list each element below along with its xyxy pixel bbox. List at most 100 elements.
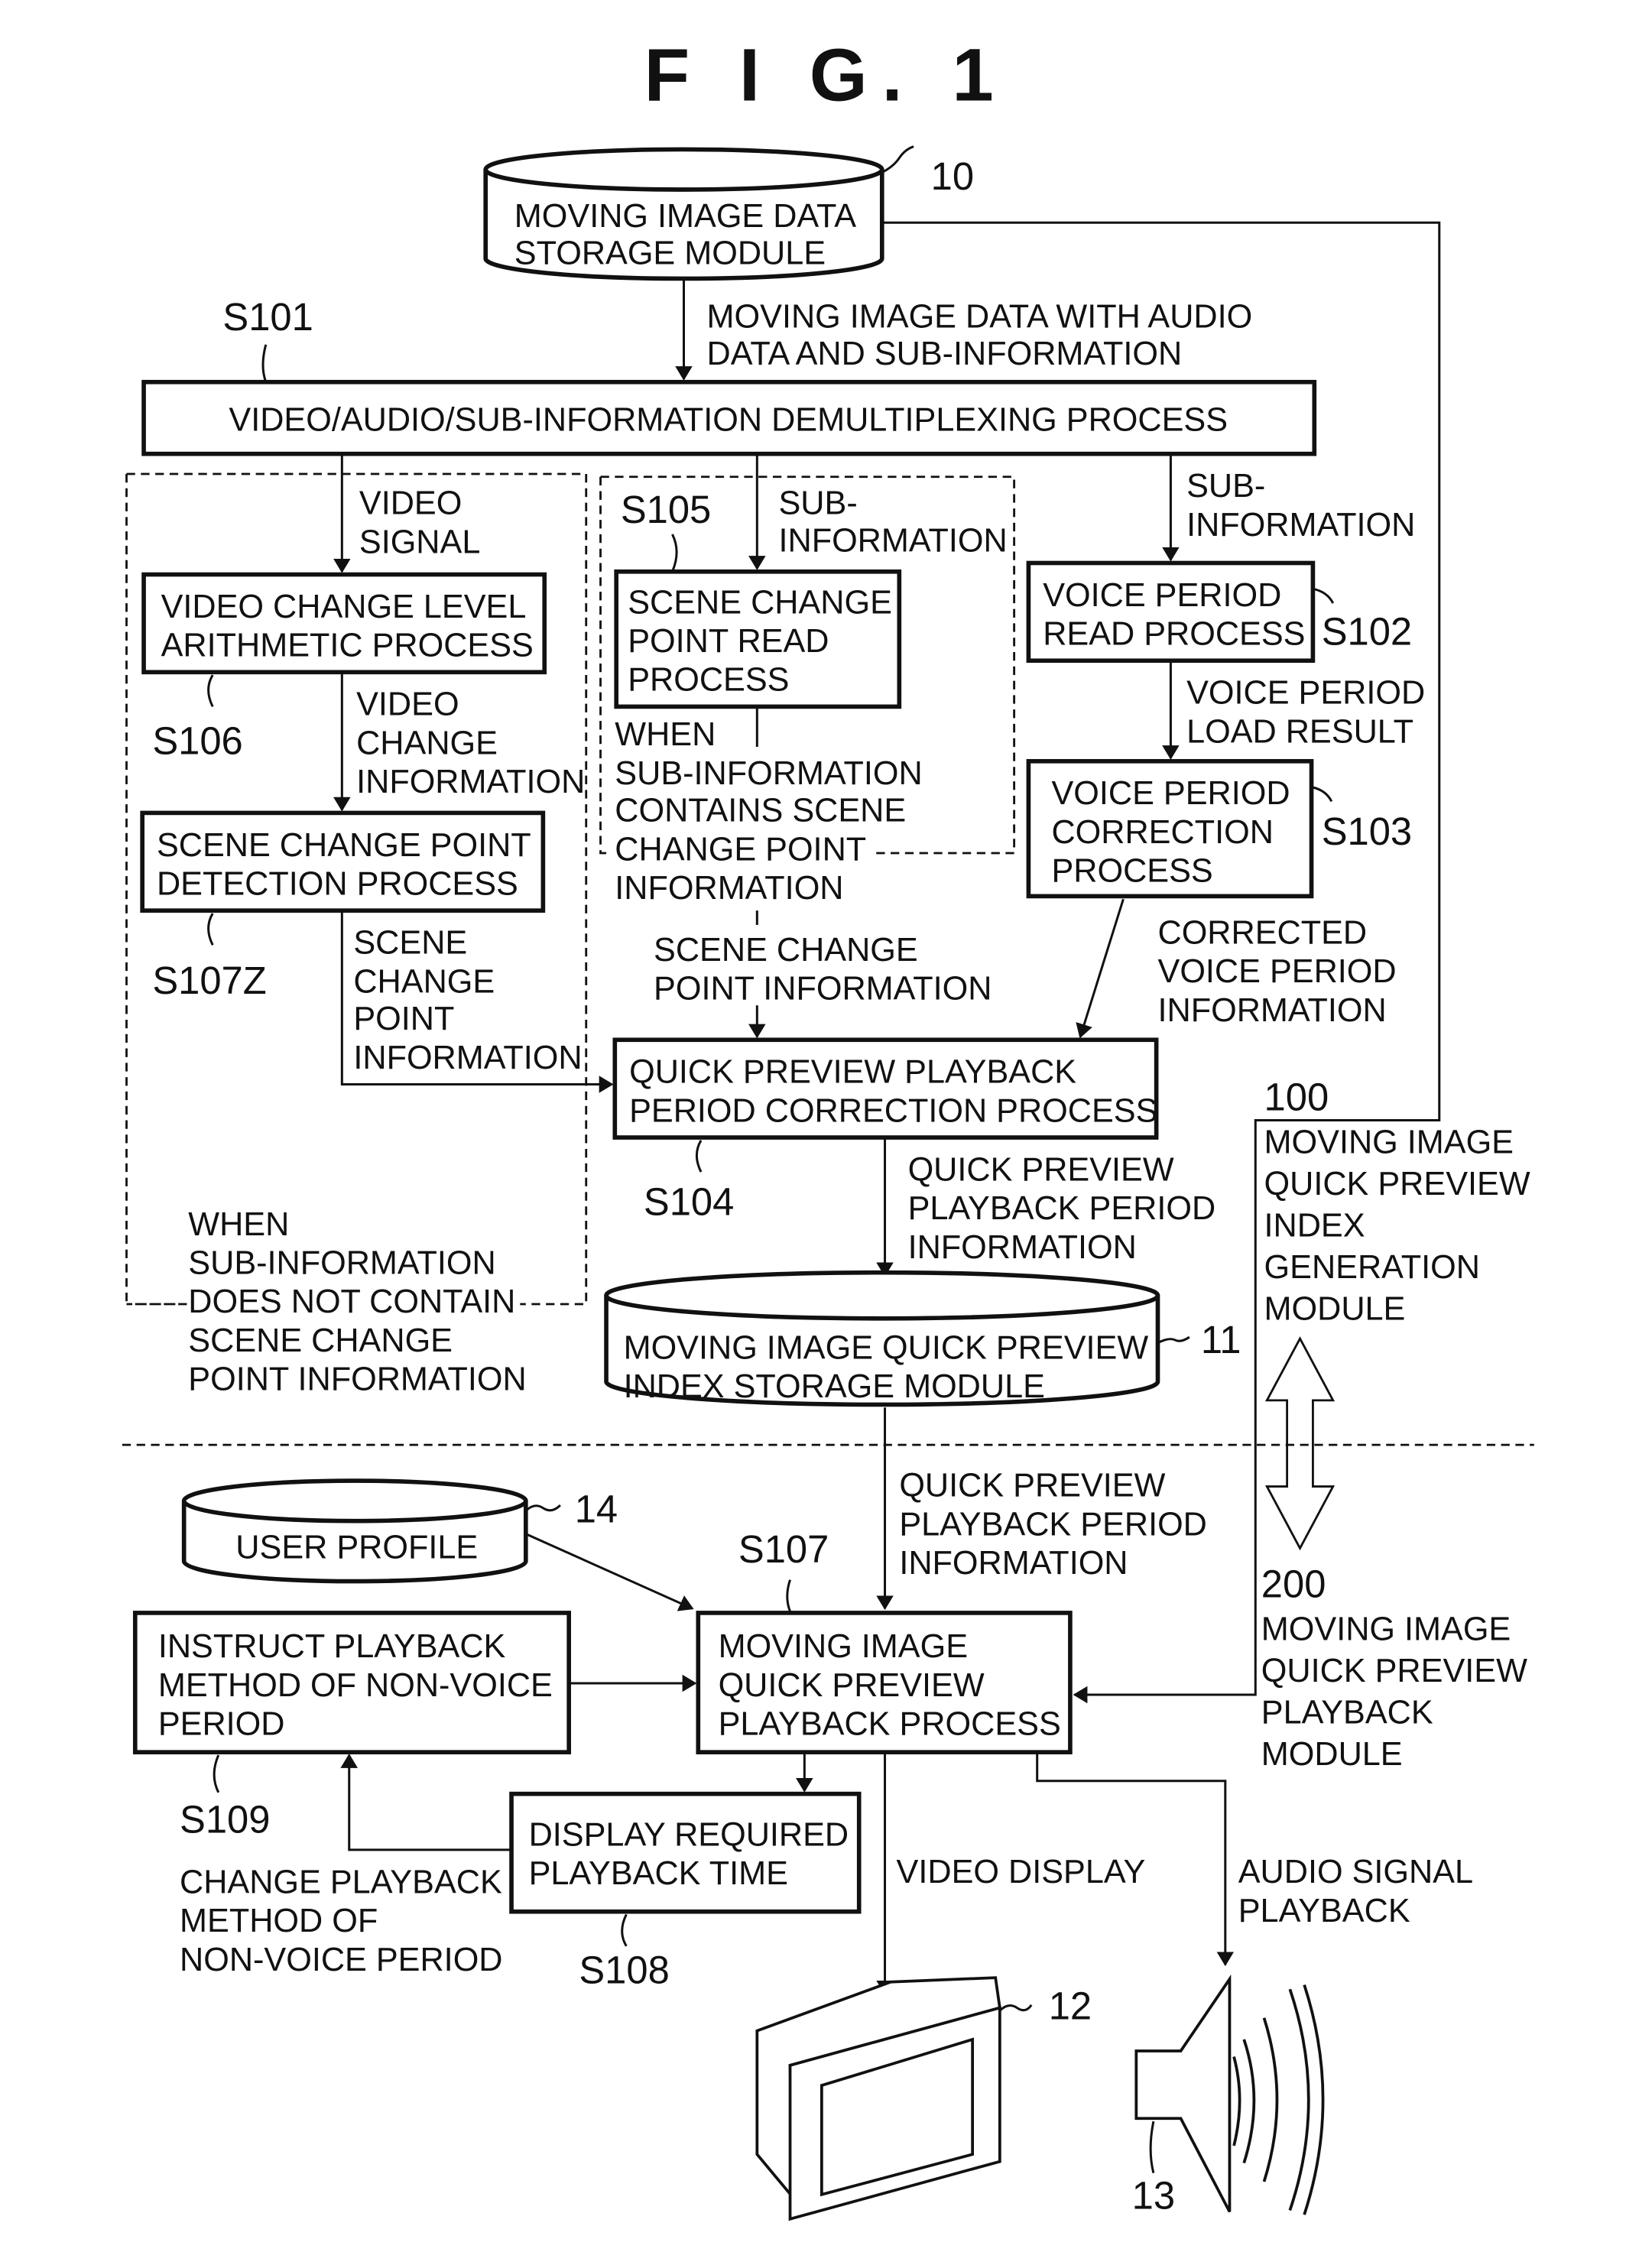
s108-line-1: DISPLAY REQUIRED: [529, 1816, 849, 1853]
s102-line-1: VOICE PERIOD: [1043, 577, 1281, 614]
label-voice-load-2: LOAD RESULT: [1186, 713, 1413, 750]
ref-s108: S108: [579, 1949, 669, 1992]
label-scil-2: CHANGE: [353, 963, 495, 1000]
label-video-signal-1: VIDEO: [359, 485, 462, 522]
ref-s103: S103: [1322, 810, 1412, 853]
s101-label: VIDEO/AUDIO/SUB-INFORMATION DEMULTIPLEXI…: [229, 402, 1228, 439]
label-wnc-4: SCENE CHANGE: [188, 1322, 453, 1359]
label-100-3: INDEX: [1264, 1208, 1365, 1244]
label-scil-1: SCENE: [353, 925, 467, 962]
label-qpi1-3: INFORMATION: [908, 1229, 1137, 1266]
label-corrected-2: VOICE PERIOD: [1158, 953, 1397, 990]
ref-s109: S109: [180, 1797, 270, 1841]
s106-line-2: ARITHMETIC PROCESS: [161, 628, 534, 664]
ref-11: 11: [1201, 1318, 1241, 1361]
s107z-line-2: DETECTION PROCESS: [157, 866, 518, 903]
label-when-contains-2: SUB-INFORMATION: [615, 755, 922, 792]
label-wnc-3: DOES NOT CONTAIN: [188, 1283, 515, 1320]
label-scil-4: INFORMATION: [353, 1040, 582, 1076]
label-qpi1-2: PLAYBACK PERIOD: [908, 1190, 1216, 1227]
s103-line-3: PROCESS: [1051, 853, 1212, 890]
moving-image-data-storage-module: MOVING IMAGE DATA STORAGE MODULE 10: [483, 145, 974, 281]
index-line-2: INDEX STORAGE MODULE: [624, 1368, 1045, 1405]
s106-line-1: VIDEO CHANGE LEVEL: [161, 589, 527, 625]
label-audio-2: PLAYBACK: [1238, 1893, 1410, 1929]
bidirectional-arrow-icon: [1264, 1336, 1336, 1551]
speaker-icon: 13: [1132, 1974, 1325, 2218]
storage-line-1: MOVING IMAGE DATA: [514, 198, 856, 235]
label-sub-mid-1: SUB-: [778, 485, 857, 522]
label-100-4: GENERATION: [1264, 1249, 1480, 1286]
label-corrected-1: CORRECTED: [1158, 914, 1368, 951]
figure-title: F I G. 1: [644, 34, 1008, 117]
ref-10: 10: [931, 154, 974, 198]
s107-line-3: PLAYBACK PROCESS: [719, 1706, 1061, 1743]
label-qpi2-2: PLAYBACK PERIOD: [899, 1506, 1207, 1543]
s103-line-2: CORRECTION: [1051, 814, 1273, 851]
ref-s105: S105: [621, 488, 711, 531]
label-data-in-1: MOVING IMAGE DATA WITH AUDIO: [707, 298, 1253, 335]
label-change-3: NON-VOICE PERIOD: [180, 1942, 502, 1978]
label-vci-3: INFORMATION: [356, 764, 585, 800]
s102-line-2: READ PROCESS: [1043, 616, 1305, 653]
label-when-contains-1: WHEN: [615, 716, 716, 753]
label-200-4: MODULE: [1261, 1736, 1403, 1773]
user-profile-label: USER PROFILE: [235, 1530, 478, 1566]
s103-line-1: VOICE PERIOD: [1051, 775, 1290, 812]
s109-line-3: PERIOD: [158, 1706, 285, 1743]
ref-13: 13: [1132, 2174, 1175, 2218]
s105-line-3: PROCESS: [628, 662, 789, 699]
label-vci-1: VIDEO: [356, 686, 459, 723]
label-200-2: QUICK PREVIEW: [1261, 1653, 1527, 1689]
label-video-signal-2: SIGNAL: [359, 524, 480, 560]
label-wnc-2: SUB-INFORMATION: [188, 1245, 495, 1282]
display-monitor-icon: 12: [755, 1976, 1092, 2221]
label-qpi2-1: QUICK PREVIEW: [899, 1468, 1165, 1504]
label-video-display: VIDEO DISPLAY: [897, 1854, 1146, 1890]
label-scil-3: POINT: [353, 1001, 454, 1037]
ref-14: 14: [575, 1488, 618, 1531]
s107z-line-1: SCENE CHANGE POINT: [157, 827, 531, 864]
figure-1: F I G. 1 MOVING IMAGE DATA STORAGE MODUL…: [0, 0, 1652, 2252]
label-sub-right-2: INFORMATION: [1186, 507, 1415, 544]
label-100-2: QUICK PREVIEW: [1264, 1166, 1530, 1202]
label-corrected-3: INFORMATION: [1158, 992, 1387, 1029]
user-profile-module: USER PROFILE 14: [181, 1478, 618, 1584]
s109-line-1: INSTRUCT PLAYBACK: [158, 1628, 506, 1665]
ref-s101: S101: [222, 295, 313, 339]
label-sub-mid-2: INFORMATION: [778, 522, 1007, 559]
quick-preview-index-storage-module: MOVING IMAGE QUICK PREVIEW INDEX STORAGE…: [604, 1270, 1241, 1407]
label-scim-2: POINT INFORMATION: [654, 971, 992, 1008]
label-200-3: PLAYBACK: [1261, 1695, 1433, 1731]
label-data-in-2: DATA AND SUB-INFORMATION: [707, 336, 1183, 372]
flowchart: F I G. 1 MOVING IMAGE DATA STORAGE MODUL…: [122, 34, 1534, 2221]
s104-line-2: PERIOD CORRECTION PROCESS: [629, 1092, 1157, 1129]
ref-s107: S107: [738, 1527, 829, 1571]
label-200-1: MOVING IMAGE: [1261, 1611, 1511, 1648]
s105-line-2: POINT READ: [628, 623, 829, 660]
s107-line-1: MOVING IMAGE: [719, 1628, 968, 1665]
label-100-5: MODULE: [1264, 1291, 1406, 1328]
label-100-1: MOVING IMAGE: [1264, 1124, 1514, 1161]
ref-12: 12: [1049, 1984, 1092, 2028]
label-100-ref: 100: [1264, 1075, 1329, 1118]
label-wnc-1: WHEN: [188, 1206, 289, 1243]
label-change-2: METHOD OF: [180, 1903, 378, 1939]
label-when-contains-3: CONTAINS SCENE: [615, 793, 906, 829]
ref-s107z: S107Z: [152, 959, 266, 1002]
label-vci-2: CHANGE: [356, 725, 498, 761]
label-scim-1: SCENE CHANGE: [654, 932, 918, 969]
label-voice-load-1: VOICE PERIOD: [1186, 675, 1425, 712]
label-wnc-5: POINT INFORMATION: [188, 1361, 526, 1398]
ref-s104: S104: [644, 1180, 734, 1223]
s108-line-2: PLAYBACK TIME: [529, 1855, 788, 1892]
label-when-contains-4: CHANGE POINT: [615, 831, 866, 868]
s104-line-1: QUICK PREVIEW PLAYBACK: [629, 1054, 1076, 1091]
ref-s102: S102: [1322, 610, 1412, 654]
s109-line-2: METHOD OF NON-VOICE: [158, 1667, 553, 1704]
index-line-1: MOVING IMAGE QUICK PREVIEW: [624, 1329, 1149, 1366]
label-sub-right-1: SUB-: [1186, 468, 1265, 505]
storage-line-2: STORAGE MODULE: [514, 235, 826, 272]
s105-line-1: SCENE CHANGE: [628, 584, 892, 621]
label-change-1: CHANGE PLAYBACK: [180, 1864, 502, 1900]
